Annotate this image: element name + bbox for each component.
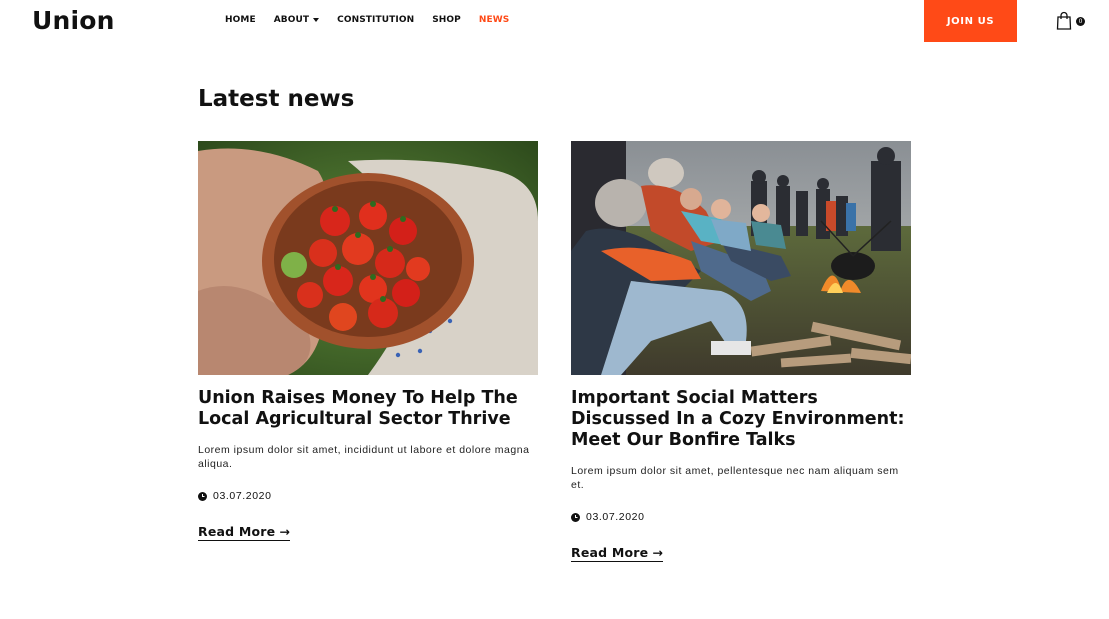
join-us-button[interactable]: JOIN US bbox=[924, 0, 1017, 42]
cart-button[interactable]: 0 bbox=[1056, 11, 1088, 33]
chevron-down-icon bbox=[313, 18, 320, 22]
nav-about-label: ABOUT bbox=[273, 15, 310, 25]
nav-constitution[interactable]: CONSTITUTION bbox=[337, 15, 414, 25]
nav-constitution-label: CONSTITUTION bbox=[337, 15, 415, 25]
post-date-text: 03.07.2020 bbox=[213, 490, 272, 502]
nav-about[interactable]: ABOUT bbox=[273, 15, 320, 25]
nav-news[interactable]: NEWS bbox=[479, 15, 510, 25]
read-more-link[interactable]: Read More → bbox=[198, 524, 290, 541]
read-more-link[interactable]: Read More → bbox=[571, 545, 663, 562]
site-logo[interactable]: Union bbox=[32, 6, 115, 35]
post-title[interactable]: Important Social Matters Discussed In a … bbox=[571, 388, 911, 451]
news-card: Union Raises Money To Help The Local Agr… bbox=[198, 141, 538, 541]
post-date: 03.07.2020 bbox=[198, 490, 538, 502]
cart-count-badge: 0 bbox=[1076, 17, 1085, 26]
shopping-bag-icon bbox=[1056, 11, 1072, 30]
news-card: Important Social Matters Discussed In a … bbox=[571, 141, 911, 562]
nav-news-label: NEWS bbox=[478, 15, 510, 25]
nav-home[interactable]: HOME bbox=[225, 15, 256, 25]
arrow-right-icon: → bbox=[279, 524, 290, 539]
post-title[interactable]: Union Raises Money To Help The Local Agr… bbox=[198, 388, 538, 430]
clock-icon bbox=[571, 512, 580, 522]
post-image-tomatoes[interactable] bbox=[198, 141, 538, 375]
main-nav: HOME ABOUT CONSTITUTION SHOP NEWS bbox=[225, 15, 527, 25]
nav-home-label: HOME bbox=[225, 15, 256, 25]
post-image-bonfire[interactable] bbox=[571, 141, 911, 375]
page-title: Latest news bbox=[198, 86, 355, 112]
read-more-label: Read More bbox=[571, 545, 649, 560]
post-excerpt: Lorem ipsum dolor sit amet, incididunt u… bbox=[198, 444, 530, 470]
post-date-text: 03.07.2020 bbox=[586, 511, 645, 523]
arrow-right-icon: → bbox=[652, 545, 663, 560]
nav-shop-label: SHOP bbox=[432, 15, 461, 25]
post-excerpt: Lorem ipsum dolor sit amet, pellentesque… bbox=[571, 465, 899, 491]
clock-icon bbox=[198, 491, 207, 501]
read-more-label: Read More bbox=[198, 524, 276, 539]
post-date: 03.07.2020 bbox=[571, 511, 911, 523]
nav-shop[interactable]: SHOP bbox=[432, 15, 461, 25]
